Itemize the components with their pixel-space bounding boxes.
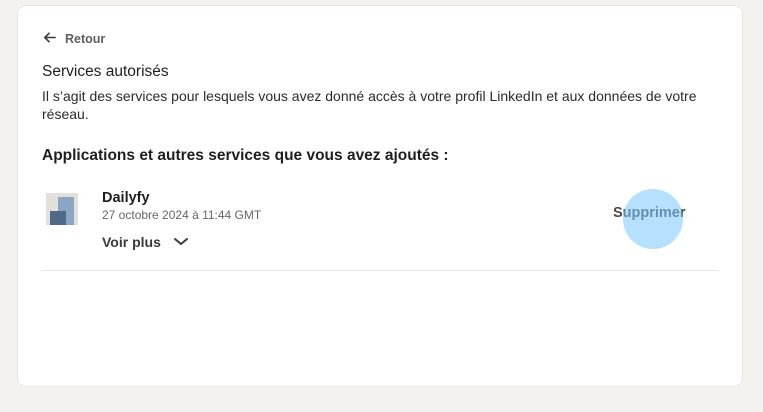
see-more-label: Voir plus <box>102 234 161 250</box>
arrow-left-icon <box>42 30 57 48</box>
app-logo <box>46 193 78 225</box>
page-description: Il s’agit des services pour lesquels vou… <box>42 88 697 122</box>
remove-button[interactable]: Supprimer <box>613 205 686 221</box>
section-title: Applications et autres services que vous… <box>42 147 449 164</box>
authorized-services-card: Retour Services autorisés Il s’agit des … <box>18 6 742 386</box>
back-button[interactable]: Retour <box>42 30 105 48</box>
app-date: 27 octobre 2024 à 11:44 GMT <box>102 208 262 222</box>
page-title: Services autorisés <box>42 63 169 80</box>
see-more-button[interactable]: Voir plus <box>102 234 189 250</box>
divider <box>42 270 718 271</box>
back-label: Retour <box>65 32 106 46</box>
chevron-down-icon <box>173 234 189 250</box>
app-name: Dailyfy <box>102 190 150 206</box>
